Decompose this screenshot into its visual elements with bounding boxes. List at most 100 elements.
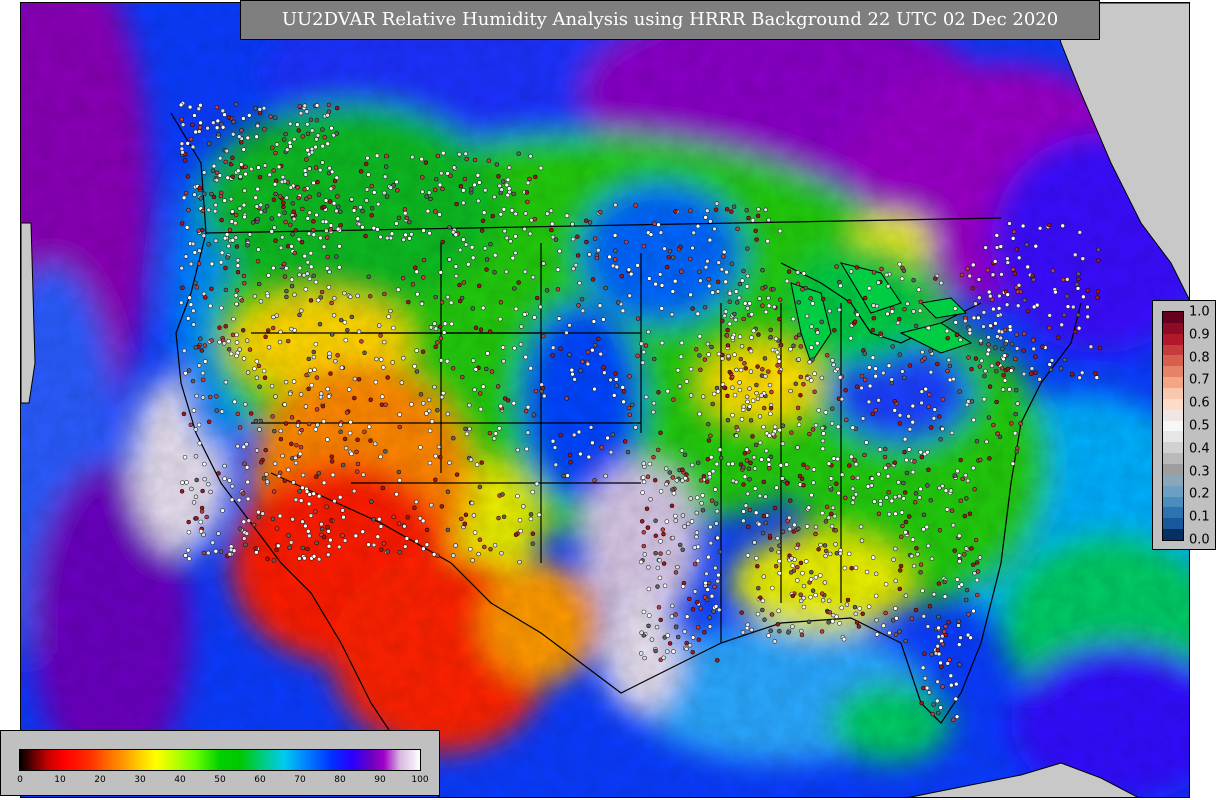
- observation-dot: [571, 266, 576, 272]
- qc-color-segment: [1163, 420, 1183, 432]
- observation-dot: [703, 580, 708, 586]
- observation-dot: [225, 255, 230, 260]
- observation-dot: [206, 550, 211, 556]
- observation-dot: [223, 159, 228, 165]
- observation-dot: [1093, 371, 1098, 376]
- observation-dot: [971, 262, 976, 268]
- observation-dot: [640, 490, 645, 495]
- observation-dot: [435, 153, 441, 159]
- observation-dot: [289, 283, 295, 289]
- qc-colorbar-gradient: [1162, 311, 1184, 541]
- observation-dot: [309, 128, 315, 133]
- observation-dot: [361, 472, 366, 477]
- observation-dot: [1049, 358, 1055, 363]
- qc-tick-label: 0.2: [1189, 486, 1210, 502]
- observation-dot: [641, 349, 647, 355]
- observation-dot: [625, 449, 631, 455]
- observation-dot: [197, 248, 202, 253]
- observation-dot: [926, 467, 931, 473]
- observation-dot: [801, 381, 806, 387]
- observation-dot: [237, 425, 243, 430]
- observation-dot: [219, 250, 225, 256]
- observation-dot: [758, 440, 763, 446]
- observation-dot: [840, 472, 845, 477]
- observation-dot: [870, 355, 876, 360]
- observation-dot: [917, 308, 923, 314]
- observation-dot: [515, 447, 521, 453]
- observation-dot: [524, 446, 529, 452]
- observation-dot: [212, 208, 218, 214]
- rh-colorbar-legend: 0 10 20 30 40 50 60 70 80 90 100: [0, 730, 440, 796]
- observation-dot: [255, 216, 260, 222]
- observation-dot: [713, 501, 719, 506]
- observation-dot: [200, 395, 206, 400]
- observation-dot: [222, 476, 227, 481]
- observation-dot: [316, 470, 322, 476]
- observation-dot: [311, 232, 317, 237]
- observation-dot: [233, 293, 239, 298]
- observation-dot: [975, 592, 980, 598]
- qc-color-segment: [1163, 333, 1183, 346]
- observation-dot: [1013, 356, 1018, 362]
- observation-dot: [985, 267, 991, 273]
- observation-dot: [226, 243, 231, 249]
- observation-dot: [798, 344, 804, 349]
- observation-dot: [829, 523, 835, 529]
- observation-dot: [255, 258, 261, 264]
- observation-dot: [667, 248, 673, 254]
- observation-dot: [388, 308, 393, 314]
- observation-dot: [712, 584, 717, 590]
- observation-dot: [213, 549, 219, 554]
- observation-dot: [325, 254, 330, 260]
- observation-dot: [472, 157, 478, 163]
- observation-dot: [848, 269, 854, 274]
- observation-dot: [228, 161, 234, 167]
- observation-dot: [260, 511, 265, 516]
- observation-dot: [461, 200, 466, 206]
- observation-dot: [790, 316, 796, 322]
- observation-dot: [330, 472, 336, 478]
- observation-dot: [791, 343, 796, 349]
- observation-dot: [1018, 421, 1023, 426]
- qc-color-segment: [1163, 431, 1183, 443]
- rh-tick-label: 50: [214, 775, 226, 785]
- observation-dot: [459, 516, 464, 522]
- observation-dot: [897, 629, 902, 634]
- observation-dot: [297, 556, 302, 561]
- observation-dot: [366, 274, 371, 279]
- observation-dot: [673, 612, 678, 617]
- observation-dot: [645, 474, 651, 479]
- observation-dot: [271, 314, 276, 320]
- observation-dot: [262, 375, 268, 380]
- observation-dot: [775, 535, 780, 541]
- observation-dot: [886, 490, 891, 495]
- observation-dot: [315, 133, 321, 138]
- observation-dot: [971, 608, 976, 614]
- observation-dot: [669, 312, 675, 317]
- observation-dot: [229, 497, 235, 503]
- observation-dot: [297, 451, 303, 457]
- observation-dot: [527, 231, 533, 237]
- observation-dot: [910, 419, 915, 425]
- observation-dot: [680, 513, 686, 518]
- observation-dot: [569, 367, 575, 373]
- observation-dot: [715, 658, 720, 663]
- observation-dot: [287, 140, 293, 146]
- observation-dot: [795, 281, 801, 287]
- observation-dot: [342, 290, 347, 296]
- observation-dot: [324, 266, 330, 271]
- observation-dot: [839, 605, 844, 611]
- observation-dot: [187, 556, 192, 561]
- observation-dot: [665, 388, 670, 394]
- observation-dot: [885, 284, 891, 289]
- observation-dot: [743, 366, 748, 371]
- observation-dot: [342, 538, 348, 543]
- observation-dot: [206, 207, 211, 213]
- observation-dot: [643, 394, 649, 400]
- observation-dot: [548, 208, 554, 213]
- observation-dot: [178, 102, 184, 108]
- observation-dot: [338, 422, 343, 428]
- observation-dot: [528, 366, 533, 371]
- observation-dot: [645, 525, 651, 530]
- observation-dot: [409, 232, 414, 237]
